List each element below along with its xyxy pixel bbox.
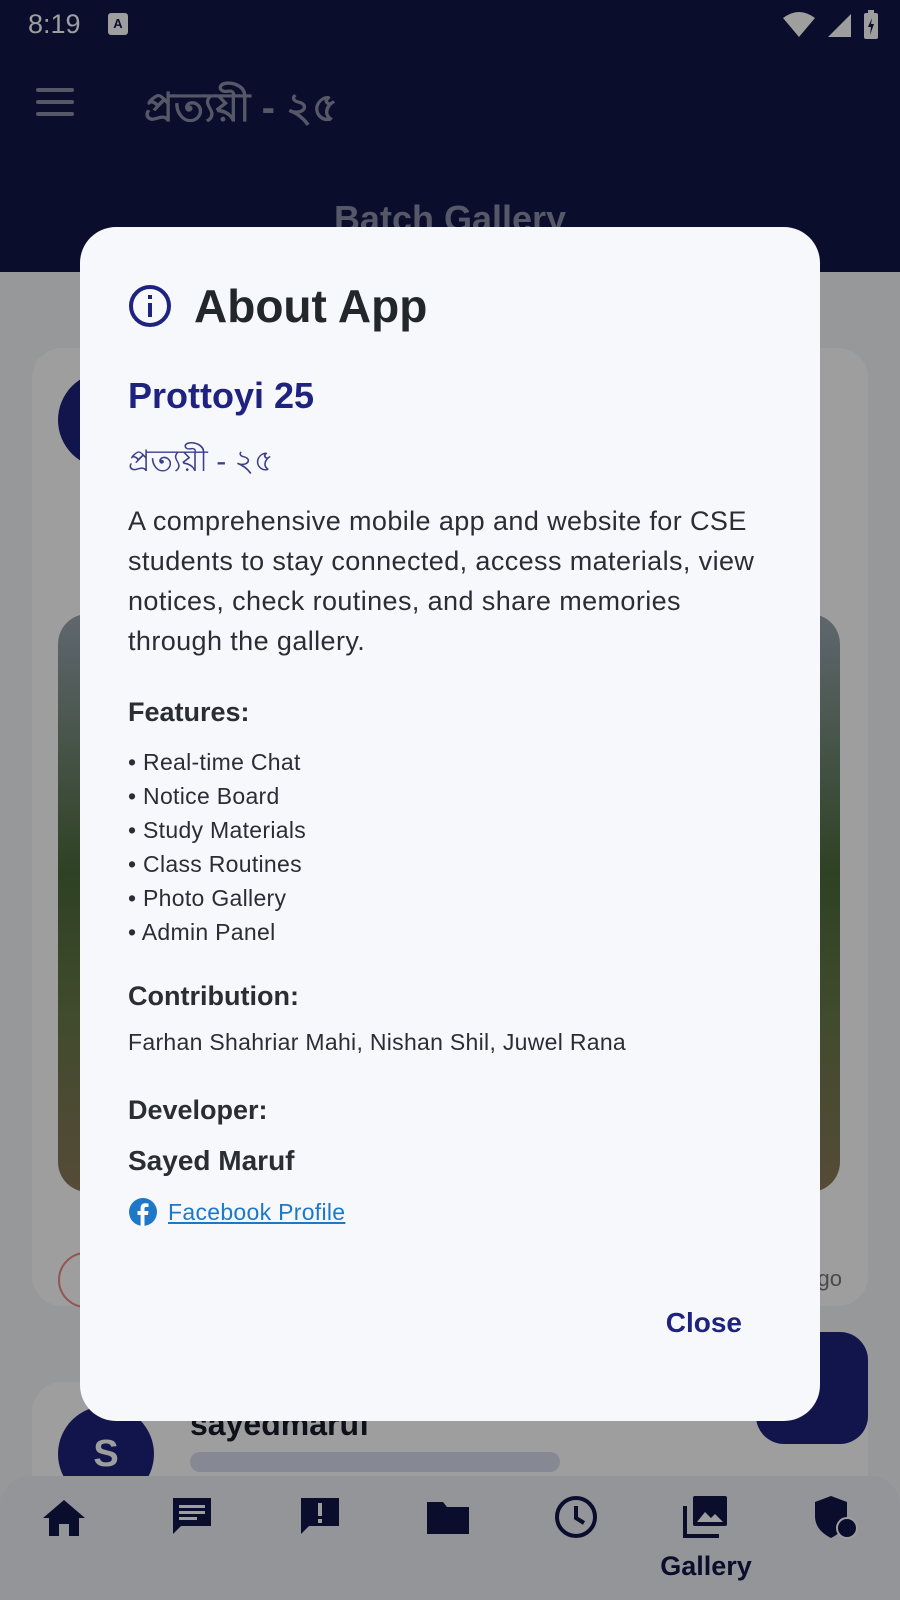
features-title: Features: [128,697,250,727]
feature-item: • Admin Panel [128,919,276,945]
feature-item: • Real-time Chat [128,749,301,775]
app-name-bengali: প্রত্যয়ী - ২৫ [128,445,274,478]
facebook-icon [129,1198,157,1226]
feature-item: • Photo Gallery [128,885,287,911]
feature-item: • Study Materials [128,817,307,843]
app-name: Prottoyi 25 [128,375,315,416]
feature-item: • Notice Board [128,783,280,809]
info-icon [129,285,171,327]
about-dialog: About App Prottoyi 25 প্রত্যয়ী - ২৫ A c… [80,227,820,1421]
developer-title: Developer: [128,1095,268,1125]
contributors: Farhan Shahriar Mahi, Nishan Shil, Juwel… [128,1029,627,1055]
facebook-profile-link[interactable]: Facebook Profile [168,1199,345,1226]
facebook-profile-row[interactable]: Facebook Profile [128,1197,345,1227]
feature-item: • Class Routines [128,851,302,877]
features-list: • Real-time Chat • Notice Board • Study … [128,745,306,949]
dialog-header: About App [128,279,427,333]
contribution-title: Contribution: [128,981,299,1011]
app-description: A comprehensive mobile app and website f… [128,506,755,656]
dialog-title: About App [194,280,428,332]
developer-name: Sayed Maruf [128,1145,295,1176]
close-button[interactable]: Close [666,1307,742,1339]
